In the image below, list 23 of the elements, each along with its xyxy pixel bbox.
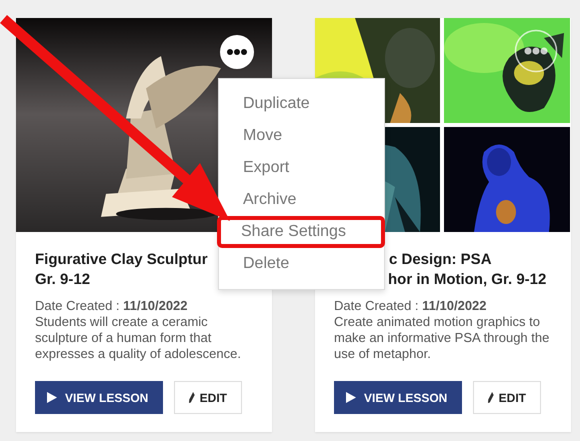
more-button[interactable] bbox=[220, 35, 254, 69]
date-created: Date Created : 11/10/2022 bbox=[334, 298, 488, 314]
menu-item[interactable]: Share Settings bbox=[217, 216, 385, 248]
description: Create animated motion graphics to make an informative PSA through the use of metaphor. bbox=[334, 314, 550, 362]
card-title: Gr. 9-12 bbox=[35, 270, 92, 290]
card-title: hor in Motion, Gr. 9-12 bbox=[387, 270, 548, 290]
card-title: c Design: PSA bbox=[388, 250, 493, 270]
play-icon bbox=[346, 392, 356, 403]
more-button[interactable] bbox=[514, 29, 558, 73]
date-created: Date Created : 11/10/2022 bbox=[35, 298, 189, 314]
pencil-icon bbox=[189, 392, 195, 403]
menu-item[interactable]: Delete bbox=[219, 248, 384, 280]
menu-item[interactable]: Export bbox=[219, 152, 384, 184]
description: Students will create a ceramic sculpture of a human form that expresses a quality of adolescence. bbox=[35, 314, 242, 362]
edit-button[interactable]: EDIT bbox=[174, 381, 242, 414]
pencil-icon bbox=[488, 392, 494, 403]
edit-button[interactable]: EDIT bbox=[473, 381, 541, 414]
menu-item[interactable]: Duplicate bbox=[219, 88, 384, 120]
play-icon bbox=[47, 392, 57, 403]
view-lesson-button[interactable]: VIEW LESSON bbox=[35, 381, 163, 414]
menu-item[interactable]: Archive bbox=[219, 184, 384, 216]
menu-item[interactable]: Move bbox=[219, 120, 384, 152]
view-lesson-button[interactable]: VIEW LESSON bbox=[334, 381, 462, 414]
